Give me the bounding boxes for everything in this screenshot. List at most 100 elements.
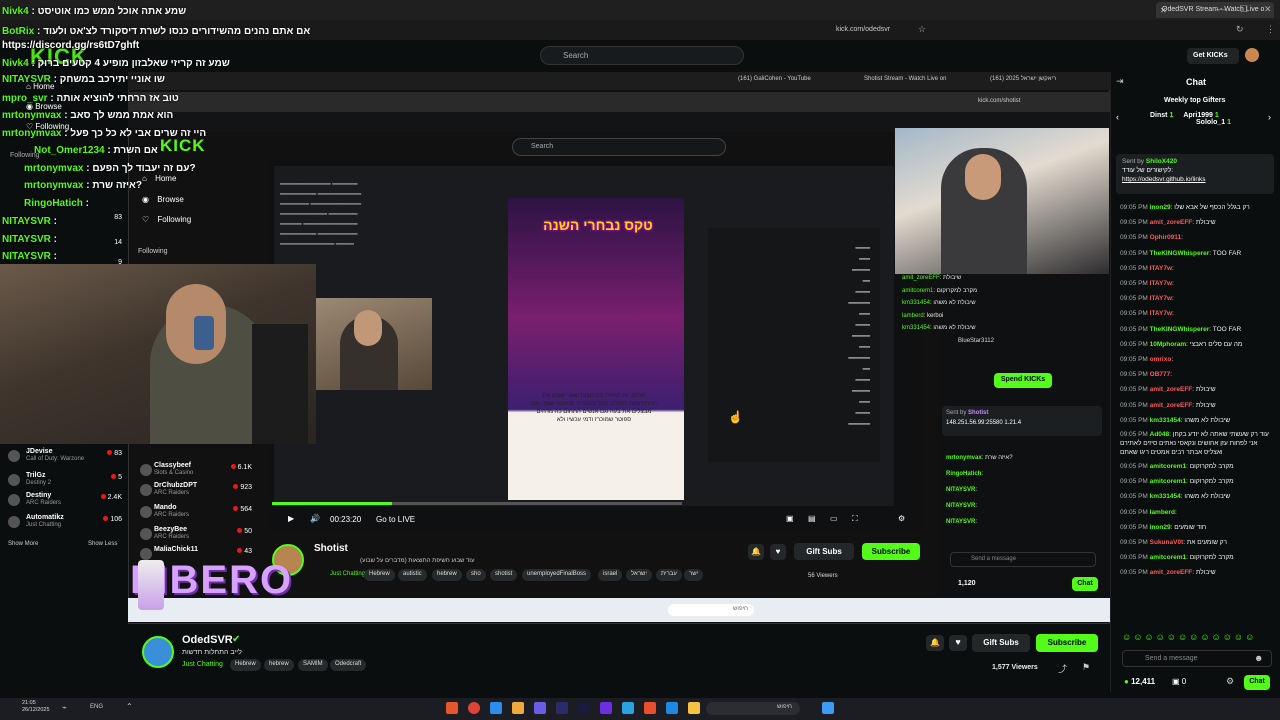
- gifter: Dinst 1: [1150, 112, 1174, 119]
- tray-expand-icon[interactable]: ⌃: [126, 702, 133, 711]
- menu-icon[interactable]: ⋮: [1266, 24, 1275, 35]
- report-icon[interactable]: ⚑: [1082, 662, 1090, 673]
- inner-followed-item: DrChubzDPT ARC Raiders 923: [134, 482, 252, 498]
- bookmark-icon[interactable]: ☆: [918, 24, 926, 35]
- avatar[interactable]: [1245, 48, 1259, 62]
- follow-heart-button[interactable]: ♥: [949, 635, 967, 651]
- play-icon[interactable]: ▶: [288, 514, 294, 523]
- followed-avatar: [8, 450, 20, 462]
- window-maximize-icon[interactable]: ☐: [1240, 4, 1248, 15]
- send-message-input[interactable]: Send a message: [1122, 650, 1272, 667]
- inner-chat-line: mrtonymvax: איזה שרת?: [946, 455, 1013, 461]
- chest-icon[interactable]: ▣ 0: [1172, 677, 1186, 686]
- kicks-balance[interactable]: ● 12,411: [1124, 677, 1155, 686]
- inner-following-header: Following: [138, 248, 168, 255]
- captions-icon[interactable]: ▣: [786, 514, 794, 523]
- search-input[interactable]: Search: [540, 46, 744, 65]
- emote-picker-icon[interactable]: ☻: [1254, 653, 1263, 663]
- inner-kicks-balance: 1,120: [958, 580, 976, 587]
- channel-avatar[interactable]: [142, 636, 174, 668]
- app-icon[interactable]: [468, 702, 480, 714]
- app-icon[interactable]: [644, 702, 656, 714]
- stream-tag[interactable]: Hebrew: [230, 659, 261, 671]
- gift-subs-button[interactable]: Gift Subs: [972, 634, 1030, 652]
- inner-followed-list: Classybeef Slots & Casino 6.1K DrChubzDPT A…: [130, 448, 252, 564]
- fullscreen-icon[interactable]: ⛶: [852, 514, 858, 524]
- followed-category: Call of Duty: Warzone: [26, 456, 85, 462]
- go-to-live-button[interactable]: Go to LIVE: [376, 515, 415, 524]
- inner-followed-name: Classybeef: [154, 462, 191, 469]
- browser-tab-active[interactable]: OdedSVR Stream - Watch Live o: [1156, 2, 1274, 18]
- subscribe-button[interactable]: Subscribe: [1036, 634, 1098, 652]
- get-kicks-button[interactable]: Get KICKs: [1187, 48, 1239, 64]
- stream-tag[interactable]: Odedcraft: [330, 659, 367, 671]
- channel-name[interactable]: OdedSVR: [182, 634, 233, 646]
- window-close-icon[interactable]: ✕: [1264, 4, 1272, 15]
- inner-followed-viewers: 923: [233, 484, 252, 491]
- app-icon[interactable]: [666, 702, 678, 714]
- inner-followed-item: Mando ARC Raiders 564: [134, 504, 252, 520]
- stream-tag[interactable]: SAMIM: [298, 659, 328, 671]
- settings-icon[interactable]: ⚙: [898, 514, 905, 523]
- app-icon[interactable]: [556, 702, 568, 714]
- watermark-bottle: [138, 560, 164, 610]
- inner-chat-line: km331454: שיבולת לא משהו: [902, 300, 976, 306]
- app-icon[interactable]: [512, 702, 524, 714]
- pinned-message[interactable]: Sent by ShiloX420 לקישורים של עודד: http…: [1116, 154, 1274, 194]
- followed-channel[interactable]: TrilGz Destiny 2 5: [4, 472, 122, 488]
- folder-icon[interactable]: [688, 702, 700, 714]
- followed-channel[interactable]: Destiny ARC Raiders 2.4K: [4, 492, 122, 508]
- app-icon[interactable]: [446, 702, 458, 714]
- inner-followed-name: DrChubzDPT: [154, 482, 198, 489]
- gifters-prev-icon[interactable]: ‹: [1116, 112, 1119, 122]
- tab-title: OdedSVR Stream - Watch Live o: [1162, 6, 1265, 13]
- followed-viewers: 5: [111, 474, 122, 481]
- followed-avatar: [8, 494, 20, 506]
- chat-send-button[interactable]: Chat: [1244, 675, 1270, 690]
- inner-gift-subs-label: Gift Subs: [806, 547, 842, 556]
- close-icon[interactable]: ✕: [1160, 6, 1167, 15]
- share-icon[interactable]: ⤴: [1058, 662, 1067, 675]
- inner-chat-line: lamberd: kerboi: [902, 312, 944, 319]
- volume-icon[interactable]: 🔊: [310, 514, 320, 523]
- emote-bar[interactable]: ☺☺☺☺☺☺☺☺☺☺☺☺: [1122, 632, 1272, 644]
- windows-start-icon[interactable]: [822, 702, 834, 714]
- show-less-link[interactable]: Show Less: [88, 541, 117, 547]
- app-icon[interactable]: [534, 702, 546, 714]
- notification-bell-button[interactable]: 🔔: [926, 635, 944, 651]
- chat-message: 09:05 PM amit_zoreEFF: שיבולת: [1120, 219, 1216, 227]
- pinned-link[interactable]: https://odedsvr.github.io/links: [1122, 176, 1268, 183]
- chat-collapse-icon[interactable]: ⇥: [1116, 76, 1124, 87]
- app-icon[interactable]: [622, 702, 634, 714]
- taskbar-lang[interactable]: ENG: [90, 704, 103, 710]
- inner-followed-item: Classybeef Slots & Casino 6.1K: [134, 462, 252, 478]
- network-icon[interactable]: ⌁: [62, 703, 67, 712]
- followed-channel[interactable]: Automatikz Just Chatting 106: [4, 514, 122, 530]
- chat-message: 09:05 PM 10Mphoram: מה עם סלים ראבצי: [1120, 340, 1243, 348]
- pinned-text: לקישורים של עודד:: [1122, 167, 1174, 174]
- stream-category[interactable]: Just Chatting: [182, 661, 223, 668]
- stream-tag[interactable]: hebrew: [264, 659, 294, 671]
- overlay-chat-line: Nivk4 : שמע אתה אוכל ממש כמו אוטיסט: [2, 6, 187, 17]
- window-minimize-icon[interactable]: —: [1216, 4, 1225, 14]
- gifters-next-icon[interactable]: ›: [1268, 112, 1271, 122]
- inner-followed-viewers: 564: [233, 506, 252, 513]
- app-icon[interactable]: [578, 702, 590, 714]
- followed-name: Automatikz: [26, 514, 64, 521]
- app-icon[interactable]: [490, 702, 502, 714]
- clip-icon[interactable]: ▤: [808, 514, 816, 523]
- followed-channel[interactable]: JDevise Call of Duty: Warzone 83: [4, 448, 122, 464]
- chat-message: 09:05 PM amit_zoreEFF: שיבולת: [1120, 569, 1216, 577]
- reload-icon[interactable]: ↻: [1236, 24, 1244, 35]
- inner-followed-name: BeezyBee: [154, 526, 188, 533]
- show-more-link[interactable]: Show More: [8, 541, 38, 547]
- theater-icon[interactable]: ▭: [830, 514, 838, 523]
- chat-settings-icon[interactable]: ⚙: [1226, 676, 1234, 687]
- followed-name: TrilGz: [26, 472, 46, 479]
- inner-tag: shotist: [490, 569, 518, 581]
- url-text[interactable]: kick.com/odedsvr: [836, 26, 890, 33]
- webcam-chair: [252, 324, 308, 444]
- taskbar-search[interactable]: חיפוש: [706, 702, 800, 715]
- followed-category: Just Chatting: [26, 522, 62, 528]
- app-icon[interactable]: [600, 702, 612, 714]
